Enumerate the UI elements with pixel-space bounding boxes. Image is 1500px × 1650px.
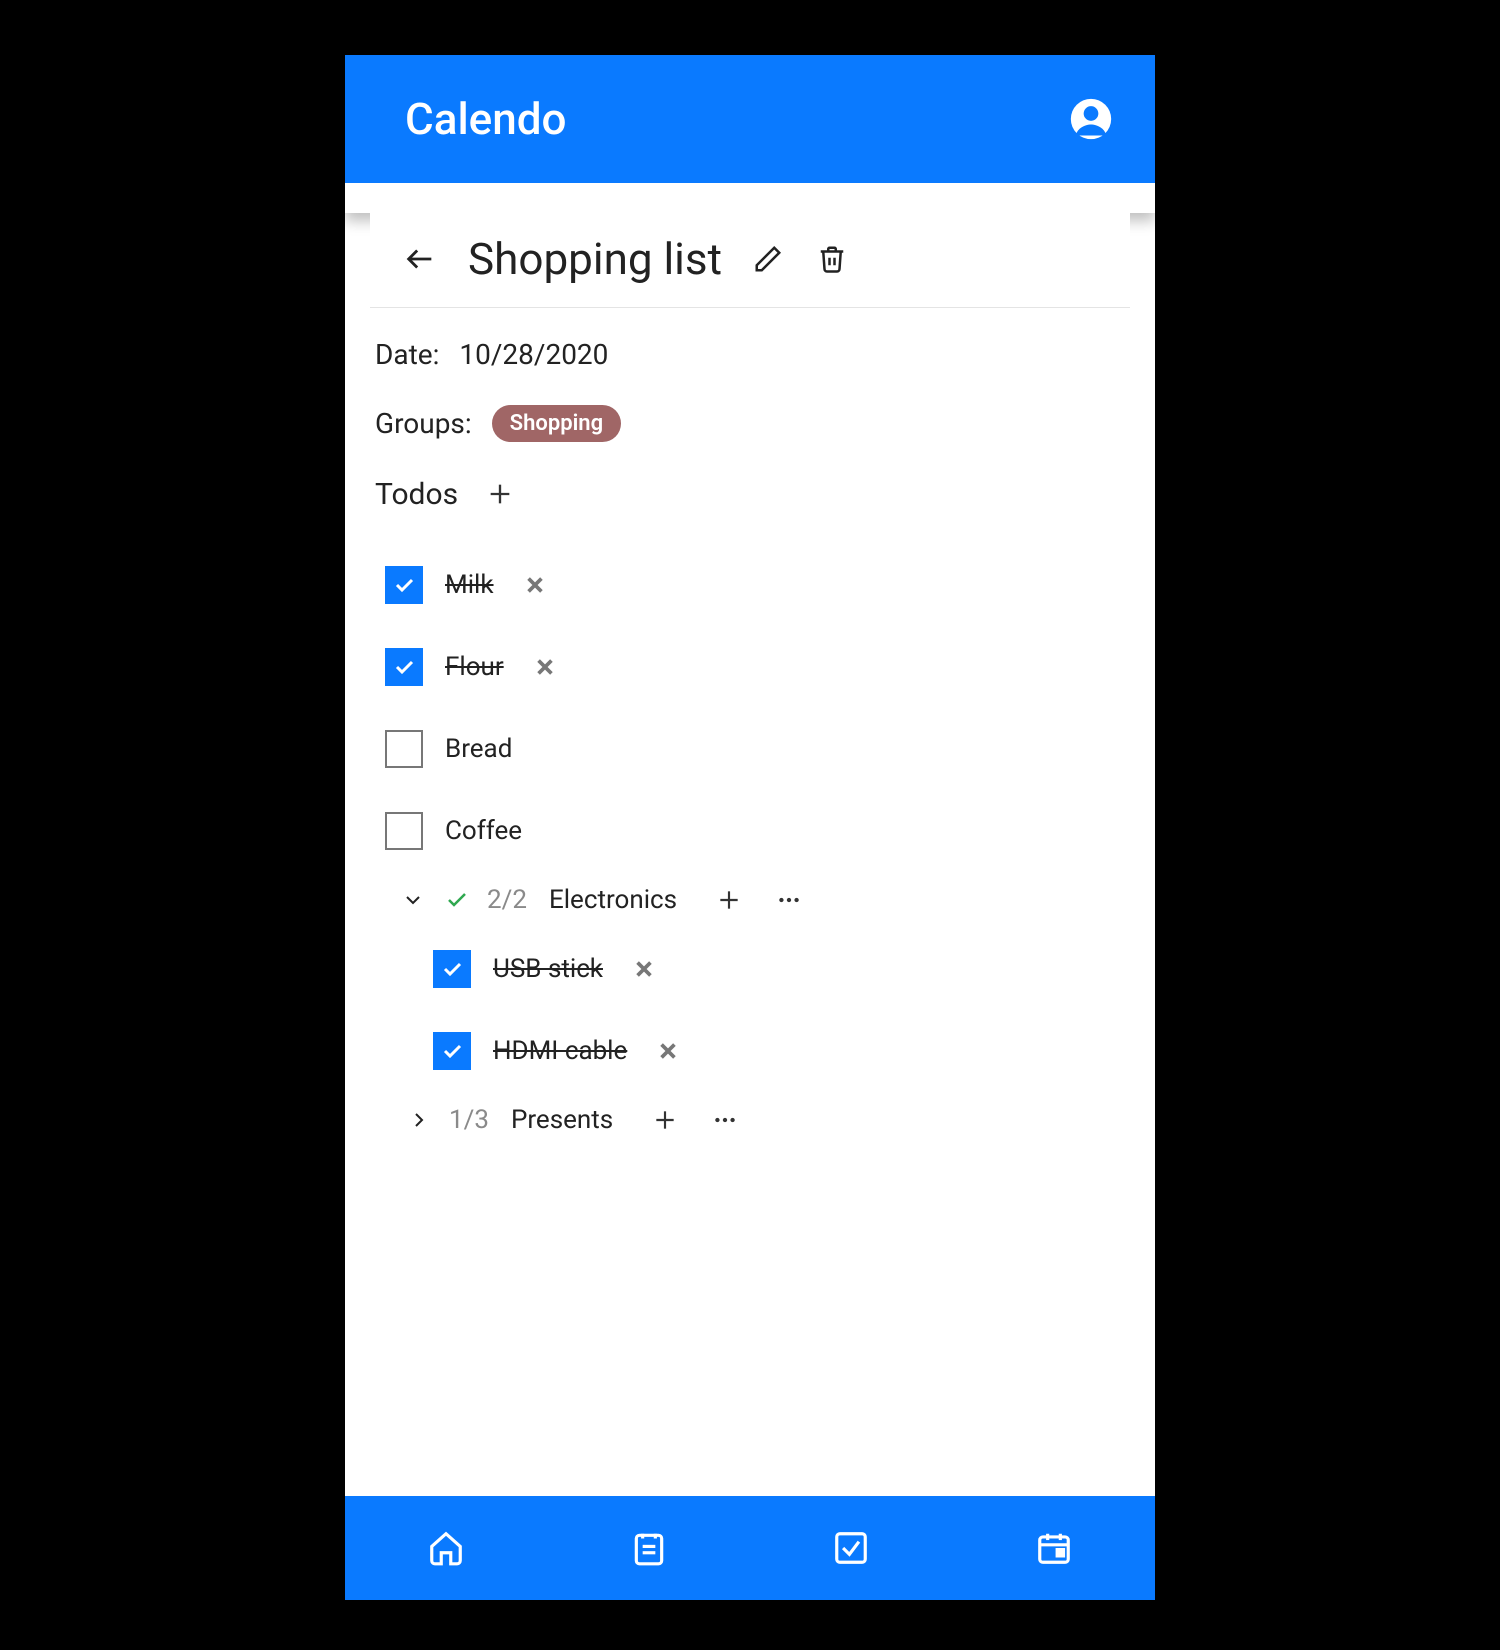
- subgroup-name: Presents: [511, 1105, 613, 1135]
- todo-item: Bread: [385, 708, 1125, 790]
- add-todo-button[interactable]: [482, 476, 518, 512]
- top-bar: Calendo: [345, 55, 1155, 183]
- back-button[interactable]: [400, 239, 440, 279]
- more-icon[interactable]: [707, 1102, 743, 1138]
- todos-header: Todos: [375, 476, 1125, 512]
- todo-label: HDMI cable: [493, 1036, 627, 1066]
- todo-item: HDMI cable: [433, 1010, 1125, 1092]
- nav-tasks-icon[interactable]: [827, 1524, 875, 1572]
- account-icon[interactable]: [1067, 95, 1115, 143]
- groups-row: Groups: Shopping: [375, 405, 1125, 442]
- page-title: Shopping list: [468, 233, 722, 285]
- subgroup-items: USB stick HDMI cable: [385, 928, 1125, 1092]
- todo-item: Coffee: [385, 790, 1125, 872]
- todo-checkbox[interactable]: [385, 648, 423, 686]
- todo-checkbox[interactable]: [385, 812, 423, 850]
- remove-todo-button[interactable]: [653, 1036, 683, 1066]
- remove-todo-button[interactable]: [629, 954, 659, 984]
- date-value: 10/28/2020: [459, 338, 608, 371]
- bottom-nav: [345, 1496, 1155, 1600]
- subgroup-name: Electronics: [549, 885, 677, 915]
- todos-label: Todos: [375, 477, 458, 512]
- add-subgroup-item-button[interactable]: [647, 1102, 683, 1138]
- add-subgroup-item-button[interactable]: [711, 882, 747, 918]
- edit-button[interactable]: [750, 241, 786, 277]
- groups-label: Groups:: [375, 407, 472, 440]
- todo-label: Flour: [445, 652, 504, 682]
- subgroup-count: 1/3: [449, 1105, 489, 1135]
- date-label: Date:: [375, 338, 439, 371]
- todo-label: USB stick: [493, 954, 603, 984]
- todo-checkbox[interactable]: [385, 730, 423, 768]
- todo-checkbox[interactable]: [433, 1032, 471, 1070]
- todo-label: Coffee: [445, 816, 522, 846]
- todo-subgroup-header: 2/2 Electronics: [385, 872, 1125, 928]
- todo-subgroup-header: 1/3 Presents: [385, 1092, 1125, 1148]
- remove-todo-button[interactable]: [530, 652, 560, 682]
- nav-calendar-icon[interactable]: [1030, 1524, 1078, 1572]
- page-header-container: Shopping list: [345, 183, 1155, 308]
- todo-item: Flour: [385, 626, 1125, 708]
- todo-item: Milk: [385, 544, 1125, 626]
- more-icon[interactable]: [771, 882, 807, 918]
- delete-button[interactable]: [814, 241, 850, 277]
- page-header: Shopping list: [370, 183, 1130, 308]
- content-area: Date: 10/28/2020 Groups: Shopping Todos …: [345, 308, 1155, 1496]
- nav-notes-icon[interactable]: [625, 1524, 673, 1572]
- check-icon: [443, 886, 471, 914]
- todo-label: Bread: [445, 734, 512, 764]
- todo-item: USB stick: [433, 928, 1125, 1010]
- chevron-right-icon[interactable]: [405, 1106, 433, 1134]
- todo-checkbox[interactable]: [433, 950, 471, 988]
- group-tag[interactable]: Shopping: [492, 405, 621, 442]
- todo-checkbox[interactable]: [385, 566, 423, 604]
- subgroup-count: 2/2: [487, 885, 527, 915]
- todo-list: Milk Flour Bread Coffee: [375, 544, 1125, 1148]
- remove-todo-button[interactable]: [520, 570, 550, 600]
- todo-label: Milk: [445, 570, 494, 600]
- date-row: Date: 10/28/2020: [375, 338, 1125, 371]
- app-frame: Calendo Shopping list Dat: [345, 55, 1155, 1600]
- chevron-down-icon[interactable]: [399, 886, 427, 914]
- nav-home-icon[interactable]: [422, 1524, 470, 1572]
- app-title: Calendo: [405, 93, 566, 145]
